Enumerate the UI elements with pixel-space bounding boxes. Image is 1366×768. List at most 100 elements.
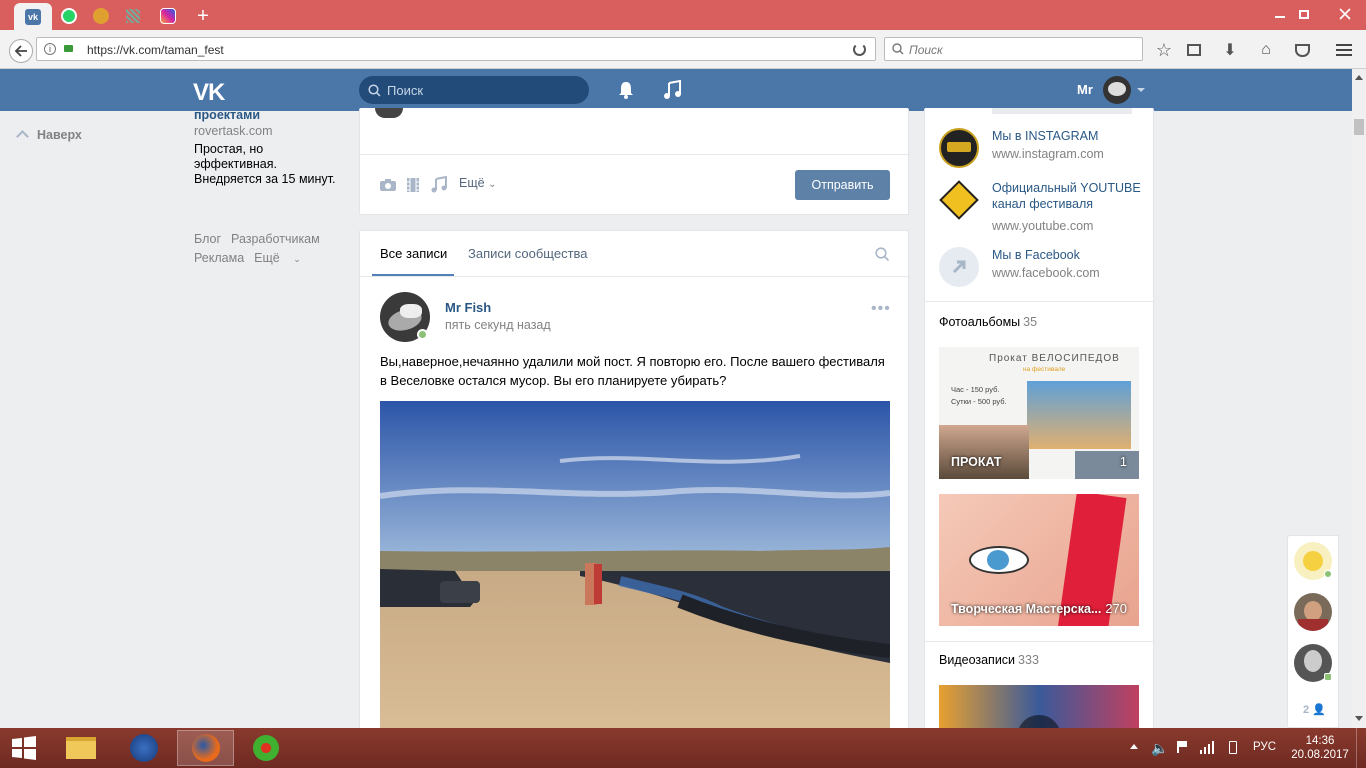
composer-more-button[interactable]: Ещё ⌄ [459, 176, 496, 190]
music-note-icon[interactable] [663, 80, 681, 100]
downloads-icon[interactable]: ⬇ [1220, 40, 1240, 60]
album-count: 270 [1105, 601, 1127, 616]
tab-all-posts[interactable]: Все записи [380, 246, 447, 261]
chevron-up-icon [16, 130, 29, 143]
wall-feed: Все записи Записи сообщества Mr Fish пят… [359, 230, 909, 731]
send-button[interactable]: Отправить [795, 170, 890, 200]
post-time[interactable]: пять секунд назад [445, 318, 551, 332]
album-count: 1 [1119, 454, 1127, 469]
reload-icon[interactable] [853, 43, 866, 56]
link-title[interactable]: Официальный YOUTUBE канал фестиваля [992, 180, 1142, 212]
pocket-icon[interactable] [1292, 40, 1312, 60]
album-poster-subtitle: на фестивале [1023, 366, 1066, 373]
divider [925, 301, 1153, 302]
footer-link-blog[interactable]: Блог [194, 232, 221, 246]
sidebar-ad[interactable]: проектами rovertask.com Простая, но эффе… [194, 108, 344, 187]
tab-favicon-icon [93, 8, 109, 24]
network-signal-icon[interactable] [1200, 740, 1214, 754]
reading-list-icon[interactable] [1184, 40, 1204, 60]
home-icon[interactable]: ⌂ [1256, 40, 1276, 60]
video-film-icon[interactable] [406, 177, 420, 193]
tab-vk[interactable]: vk [14, 3, 52, 30]
chevron-down-icon: ⌄ [293, 254, 301, 264]
post-text: Вы,наверное,нечаянно удалили мой пост. Я… [380, 354, 885, 388]
ad-title[interactable]: проектами [194, 108, 344, 123]
firefox-icon[interactable] [177, 730, 234, 766]
post-photo[interactable] [380, 401, 890, 731]
album-workshop[interactable]: Творческая Мастерска... 270 [939, 494, 1139, 626]
page-scrollbar[interactable] [1352, 69, 1366, 728]
thunderbird-icon[interactable] [120, 730, 168, 766]
chat-bar: 2 👤 [1287, 535, 1339, 728]
camera-icon[interactable] [379, 178, 397, 192]
link-title[interactable]: Мы в INSTAGRAM [992, 128, 1142, 144]
back-button[interactable] [9, 39, 33, 63]
footer-link-ads[interactable]: Реклама [194, 251, 244, 265]
tab-community-posts[interactable]: Записи сообщества [468, 246, 588, 261]
album-poster-price-hour: Час - 150 руб. [951, 385, 1000, 394]
notifications-bell-icon[interactable] [617, 81, 635, 99]
tab-instagram[interactable] [151, 4, 185, 28]
flag-icon[interactable] [1177, 741, 1187, 753]
scrollbar-thumb[interactable] [1354, 119, 1364, 135]
url-bar[interactable]: i https://vk.com/taman_fest [36, 37, 876, 61]
vk-logo-icon[interactable]: VK [193, 79, 225, 107]
bookmark-star-icon[interactable]: ☆ [1154, 40, 1174, 60]
scroll-up-arrow-icon[interactable] [1355, 75, 1363, 80]
url-text[interactable]: https://vk.com/taman_fest [87, 43, 224, 57]
ad-url[interactable]: rovertask.com [194, 124, 344, 139]
browser-nav-bar: i https://vk.com/taman_fest Поиск ☆ ⬇ ⌂ [0, 30, 1366, 69]
system-clock[interactable]: 14:36 20.08.2017 [1291, 734, 1349, 762]
scroll-down-arrow-icon[interactable] [1355, 716, 1363, 721]
vk-search-input[interactable]: Поиск [359, 76, 589, 104]
windows-start-icon[interactable] [0, 730, 48, 766]
composer-divider [360, 154, 908, 155]
instagram-icon [160, 8, 176, 24]
post-menu-icon[interactable]: ••• [871, 301, 891, 317]
volume-icon[interactable]: 🔈 [1151, 740, 1168, 757]
chevron-down-icon[interactable] [1137, 88, 1145, 92]
restore-icon[interactable] [1292, 4, 1316, 24]
notification-center-icon[interactable] [1356, 728, 1366, 768]
browser-search-input[interactable]: Поиск [884, 37, 1143, 61]
tab-3[interactable] [84, 4, 118, 28]
menu-icon[interactable] [1334, 40, 1354, 60]
videos-count: 333 [1018, 653, 1039, 667]
icq-flower-icon[interactable] [242, 730, 290, 766]
language-indicator[interactable]: РУС [1253, 741, 1276, 753]
search-icon[interactable] [875, 247, 890, 262]
vk-search-placeholder: Поиск [387, 83, 424, 98]
external-link-arrow-icon [939, 247, 979, 287]
photo-albums-header[interactable]: Фотоальбомы 35 [939, 315, 1037, 329]
post-author[interactable]: Mr Fish [445, 300, 491, 315]
tab-whatsapp[interactable] [52, 4, 86, 28]
video-thumbnail[interactable] [939, 685, 1139, 730]
search-icon [892, 43, 904, 55]
info-icon[interactable]: i [44, 43, 56, 55]
battery-icon[interactable] [1229, 741, 1237, 754]
link-url: www.youtube.com [992, 219, 1094, 233]
new-tab-button[interactable]: + [186, 4, 220, 28]
tab-4[interactable] [116, 4, 150, 28]
left-footer: Блог Разработчикам Реклама Ещё ⌄ [194, 230, 344, 269]
composer-avatar [375, 108, 403, 118]
close-window-icon[interactable] [1330, 4, 1360, 24]
footer-link-more[interactable]: Ещё ⌄ [254, 251, 311, 265]
album-prokat[interactable]: Прокат ВЕЛОСИПЕДОВ на фестивале Час - 15… [939, 347, 1139, 479]
chat-contact-avatar[interactable] [1294, 593, 1332, 631]
user-name[interactable]: Mr [1077, 82, 1093, 97]
active-tab-underline [372, 274, 454, 276]
clock-time: 14:36 [1305, 735, 1335, 747]
videos-header[interactable]: Видеозаписи 333 [939, 653, 1039, 667]
minimize-icon[interactable] [1268, 4, 1292, 24]
cut-link-text [992, 108, 1132, 114]
user-avatar[interactable] [1103, 76, 1131, 104]
file-explorer-icon[interactable] [57, 730, 105, 766]
chat-count-button[interactable]: 2 👤 [1303, 703, 1326, 716]
show-hidden-icons[interactable] [1130, 744, 1138, 749]
clock-date: 20.08.2017 [1291, 749, 1349, 761]
link-title[interactable]: Мы в Facebook [992, 247, 1142, 263]
scroll-to-top-button[interactable]: Наверх [16, 128, 82, 143]
footer-link-developers[interactable]: Разработчикам [231, 232, 320, 246]
audio-note-icon[interactable] [431, 176, 447, 193]
